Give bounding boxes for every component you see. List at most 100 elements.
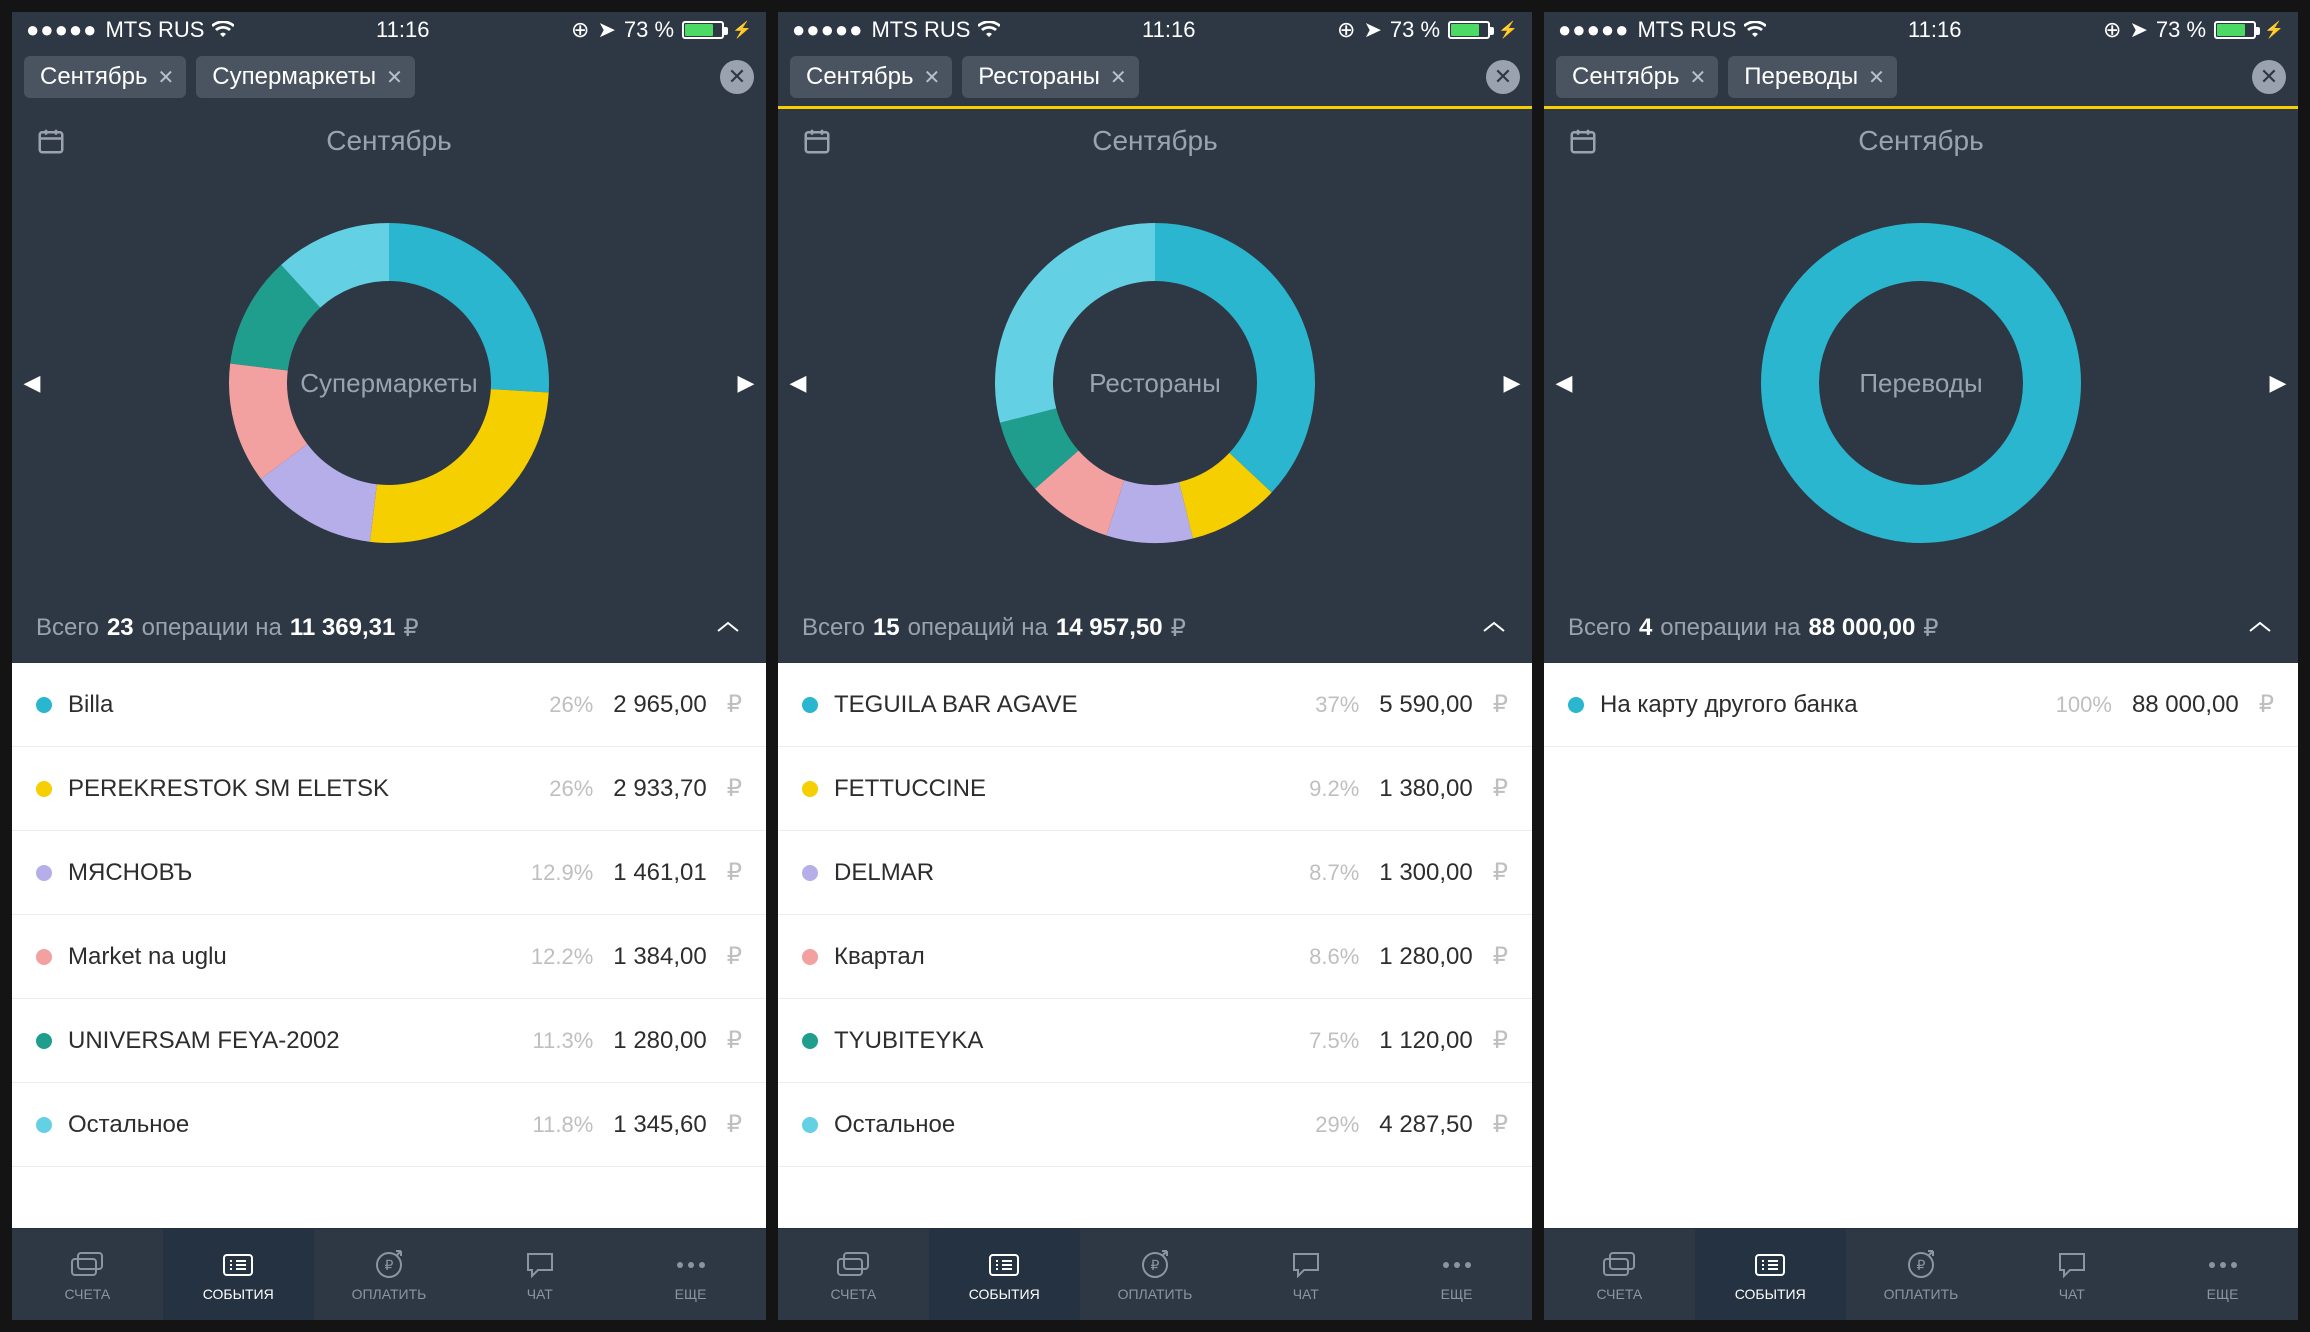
clear-filters-button[interactable]: ✕ bbox=[720, 60, 754, 94]
tab-label: СЧЕТА bbox=[1597, 1286, 1643, 1302]
filter-chip[interactable]: Сентябрь✕ bbox=[790, 56, 952, 98]
chip-remove-icon[interactable]: ✕ bbox=[386, 65, 403, 90]
item-percent: 12.9% bbox=[531, 860, 593, 886]
list-item[interactable]: На карту другого банка 100% 88 000,00 ₽ bbox=[1544, 663, 2298, 747]
summary-amount: 14 957,50 bbox=[1056, 614, 1163, 642]
tab-label: ОПЛАТИТЬ bbox=[352, 1286, 427, 1302]
prev-arrow-icon[interactable]: ◀ bbox=[1544, 370, 1584, 396]
chip-remove-icon[interactable]: ✕ bbox=[158, 65, 175, 90]
list-item[interactable]: UNIVERSAM FEYA-2002 11.3% 1 280,00 ₽ bbox=[12, 999, 766, 1083]
charging-icon: ⚡ bbox=[732, 20, 752, 40]
item-amount: 1 345,60 bbox=[613, 1111, 706, 1139]
list-item[interactable]: Остальное 29% 4 287,50 ₽ bbox=[778, 1083, 1532, 1167]
summary-row: Всего 23 операции на 11 369,31 ₽ bbox=[12, 593, 766, 663]
tab-счета[interactable]: СЧЕТА bbox=[12, 1229, 163, 1320]
signal-icon: ●●●●● bbox=[1558, 17, 1629, 43]
tab-счета[interactable]: СЧЕТА bbox=[1544, 1229, 1695, 1320]
prev-arrow-icon[interactable]: ◀ bbox=[12, 370, 52, 396]
tab-icon: ₽ bbox=[373, 1248, 405, 1282]
clear-filters-button[interactable]: ✕ bbox=[2252, 60, 2286, 94]
list-item[interactable]: TYUBITEYKA 7.5% 1 120,00 ₽ bbox=[778, 999, 1532, 1083]
summary-currency: ₽ bbox=[1923, 614, 1938, 643]
chip-remove-icon[interactable]: ✕ bbox=[924, 65, 941, 90]
list-item[interactable]: Остальное 11.8% 1 345,60 ₽ bbox=[12, 1083, 766, 1167]
list-item[interactable]: Квартал 8.6% 1 280,00 ₽ bbox=[778, 915, 1532, 999]
filter-bar: Сентябрь✕Супермаркеты✕ ✕ bbox=[12, 48, 766, 106]
phone-screen: ●●●●● MTS RUS 11:16 ⊕ ➤ 73 % ⚡ Сентябрь✕… bbox=[12, 12, 766, 1320]
tab-события[interactable]: СОБЫТИЯ bbox=[929, 1229, 1080, 1320]
donut-chart[interactable]: Супермаркеты bbox=[52, 213, 726, 553]
tab-оплатить[interactable]: ₽ ОПЛАТИТЬ bbox=[314, 1229, 465, 1320]
item-name: PEREKRESTOK SM ELETSK bbox=[68, 775, 533, 803]
calendar-icon[interactable] bbox=[36, 126, 66, 156]
tab-чат[interactable]: ЧАТ bbox=[464, 1229, 615, 1320]
category-dot-icon bbox=[802, 697, 818, 713]
item-percent: 7.5% bbox=[1309, 1028, 1359, 1054]
summary-amount: 11 369,31 bbox=[290, 614, 395, 642]
tab-события[interactable]: СОБЫТИЯ bbox=[1695, 1229, 1846, 1320]
breakdown-list[interactable]: TEGUILA BAR AGAVE 37% 5 590,00 ₽ FETTUCC… bbox=[778, 663, 1532, 1228]
collapse-icon[interactable] bbox=[1480, 614, 1508, 642]
summary-middle: операции на bbox=[1660, 614, 1800, 642]
list-item[interactable]: TEGUILA BAR AGAVE 37% 5 590,00 ₽ bbox=[778, 663, 1532, 747]
chip-remove-icon[interactable]: ✕ bbox=[1868, 65, 1885, 90]
filter-chip[interactable]: Рестораны✕ bbox=[962, 56, 1138, 98]
calendar-icon[interactable] bbox=[802, 126, 832, 156]
item-name: DELMAR bbox=[834, 859, 1293, 887]
list-item[interactable]: МЯСНОВЪ 12.9% 1 461,01 ₽ bbox=[12, 831, 766, 915]
tab-события[interactable]: СОБЫТИЯ bbox=[163, 1229, 314, 1320]
tab-еще[interactable]: ЕЩЕ bbox=[2147, 1229, 2298, 1320]
calendar-icon[interactable] bbox=[1568, 126, 1598, 156]
currency-label: ₽ bbox=[727, 1110, 742, 1139]
battery-pct: 73 % bbox=[2156, 17, 2206, 43]
tab-еще[interactable]: ЕЩЕ bbox=[1381, 1229, 1532, 1320]
wifi-icon bbox=[1744, 17, 1766, 43]
collapse-icon[interactable] bbox=[2246, 614, 2274, 642]
clear-filters-button[interactable]: ✕ bbox=[1486, 60, 1520, 94]
filter-chip[interactable]: Супермаркеты✕ bbox=[196, 56, 415, 98]
item-amount: 1 461,01 bbox=[613, 859, 706, 887]
tab-label: ЕЩЕ bbox=[1441, 1286, 1473, 1302]
phone-screen: ●●●●● MTS RUS 11:16 ⊕ ➤ 73 % ⚡ Сентябрь✕… bbox=[1544, 12, 2298, 1320]
item-amount: 88 000,00 bbox=[2132, 691, 2239, 719]
tab-оплатить[interactable]: ₽ ОПЛАТИТЬ bbox=[1080, 1229, 1231, 1320]
charging-icon: ⚡ bbox=[1498, 20, 1518, 40]
tab-оплатить[interactable]: ₽ ОПЛАТИТЬ bbox=[1846, 1229, 1997, 1320]
chip-remove-icon[interactable]: ✕ bbox=[1690, 65, 1707, 90]
filter-chip[interactable]: Сентябрь✕ bbox=[1556, 56, 1718, 98]
tab-чат[interactable]: ЧАТ bbox=[1996, 1229, 2147, 1320]
breakdown-list[interactable]: На карту другого банка 100% 88 000,00 ₽ bbox=[1544, 663, 2298, 1228]
list-item[interactable]: PEREKRESTOK SM ELETSK 26% 2 933,70 ₽ bbox=[12, 747, 766, 831]
collapse-icon[interactable] bbox=[714, 614, 742, 642]
chip-label: Переводы bbox=[1744, 63, 1858, 91]
chip-remove-icon[interactable]: ✕ bbox=[1110, 65, 1127, 90]
next-arrow-icon[interactable]: ▶ bbox=[2258, 370, 2298, 396]
tab-icon bbox=[836, 1248, 870, 1282]
currency-label: ₽ bbox=[1493, 942, 1508, 971]
breakdown-list[interactable]: Billa 26% 2 965,00 ₽ PEREKRESTOK SM ELET… bbox=[12, 663, 766, 1228]
wifi-icon bbox=[212, 17, 234, 43]
next-arrow-icon[interactable]: ▶ bbox=[1492, 370, 1532, 396]
list-item[interactable]: Billa 26% 2 965,00 ₽ bbox=[12, 663, 766, 747]
donut-chart[interactable]: Переводы bbox=[1584, 213, 2258, 553]
list-item[interactable]: Market na uglu 12.2% 1 384,00 ₽ bbox=[12, 915, 766, 999]
tab-icon bbox=[2206, 1248, 2240, 1282]
prev-arrow-icon[interactable]: ◀ bbox=[778, 370, 818, 396]
filter-chip[interactable]: Сентябрь✕ bbox=[24, 56, 186, 98]
list-item[interactable]: DELMAR 8.7% 1 300,00 ₽ bbox=[778, 831, 1532, 915]
summary-middle: операций на bbox=[908, 614, 1048, 642]
tab-еще[interactable]: ЕЩЕ bbox=[615, 1229, 766, 1320]
tab-счета[interactable]: СЧЕТА bbox=[778, 1229, 929, 1320]
donut-center-label: Переводы bbox=[1859, 368, 1982, 399]
tab-чат[interactable]: ЧАТ bbox=[1230, 1229, 1381, 1320]
status-bar: ●●●●● MTS RUS 11:16 ⊕ ➤ 73 % ⚡ bbox=[12, 12, 766, 48]
svg-text:₽: ₽ bbox=[385, 1257, 394, 1273]
filter-chip[interactable]: Переводы ✕ bbox=[1728, 56, 1897, 98]
item-amount: 1 300,00 bbox=[1379, 859, 1472, 887]
chart-area: ◀ Супермаркеты ▶ bbox=[12, 173, 766, 593]
category-dot-icon bbox=[802, 781, 818, 797]
tab-bar: СЧЕТА СОБЫТИЯ ₽ ОПЛАТИТЬ ЧАТ ЕЩЕ bbox=[1544, 1228, 2298, 1320]
list-item[interactable]: FETTUCCINE 9.2% 1 380,00 ₽ bbox=[778, 747, 1532, 831]
next-arrow-icon[interactable]: ▶ bbox=[726, 370, 766, 396]
donut-chart[interactable]: Рестораны bbox=[818, 213, 1492, 553]
